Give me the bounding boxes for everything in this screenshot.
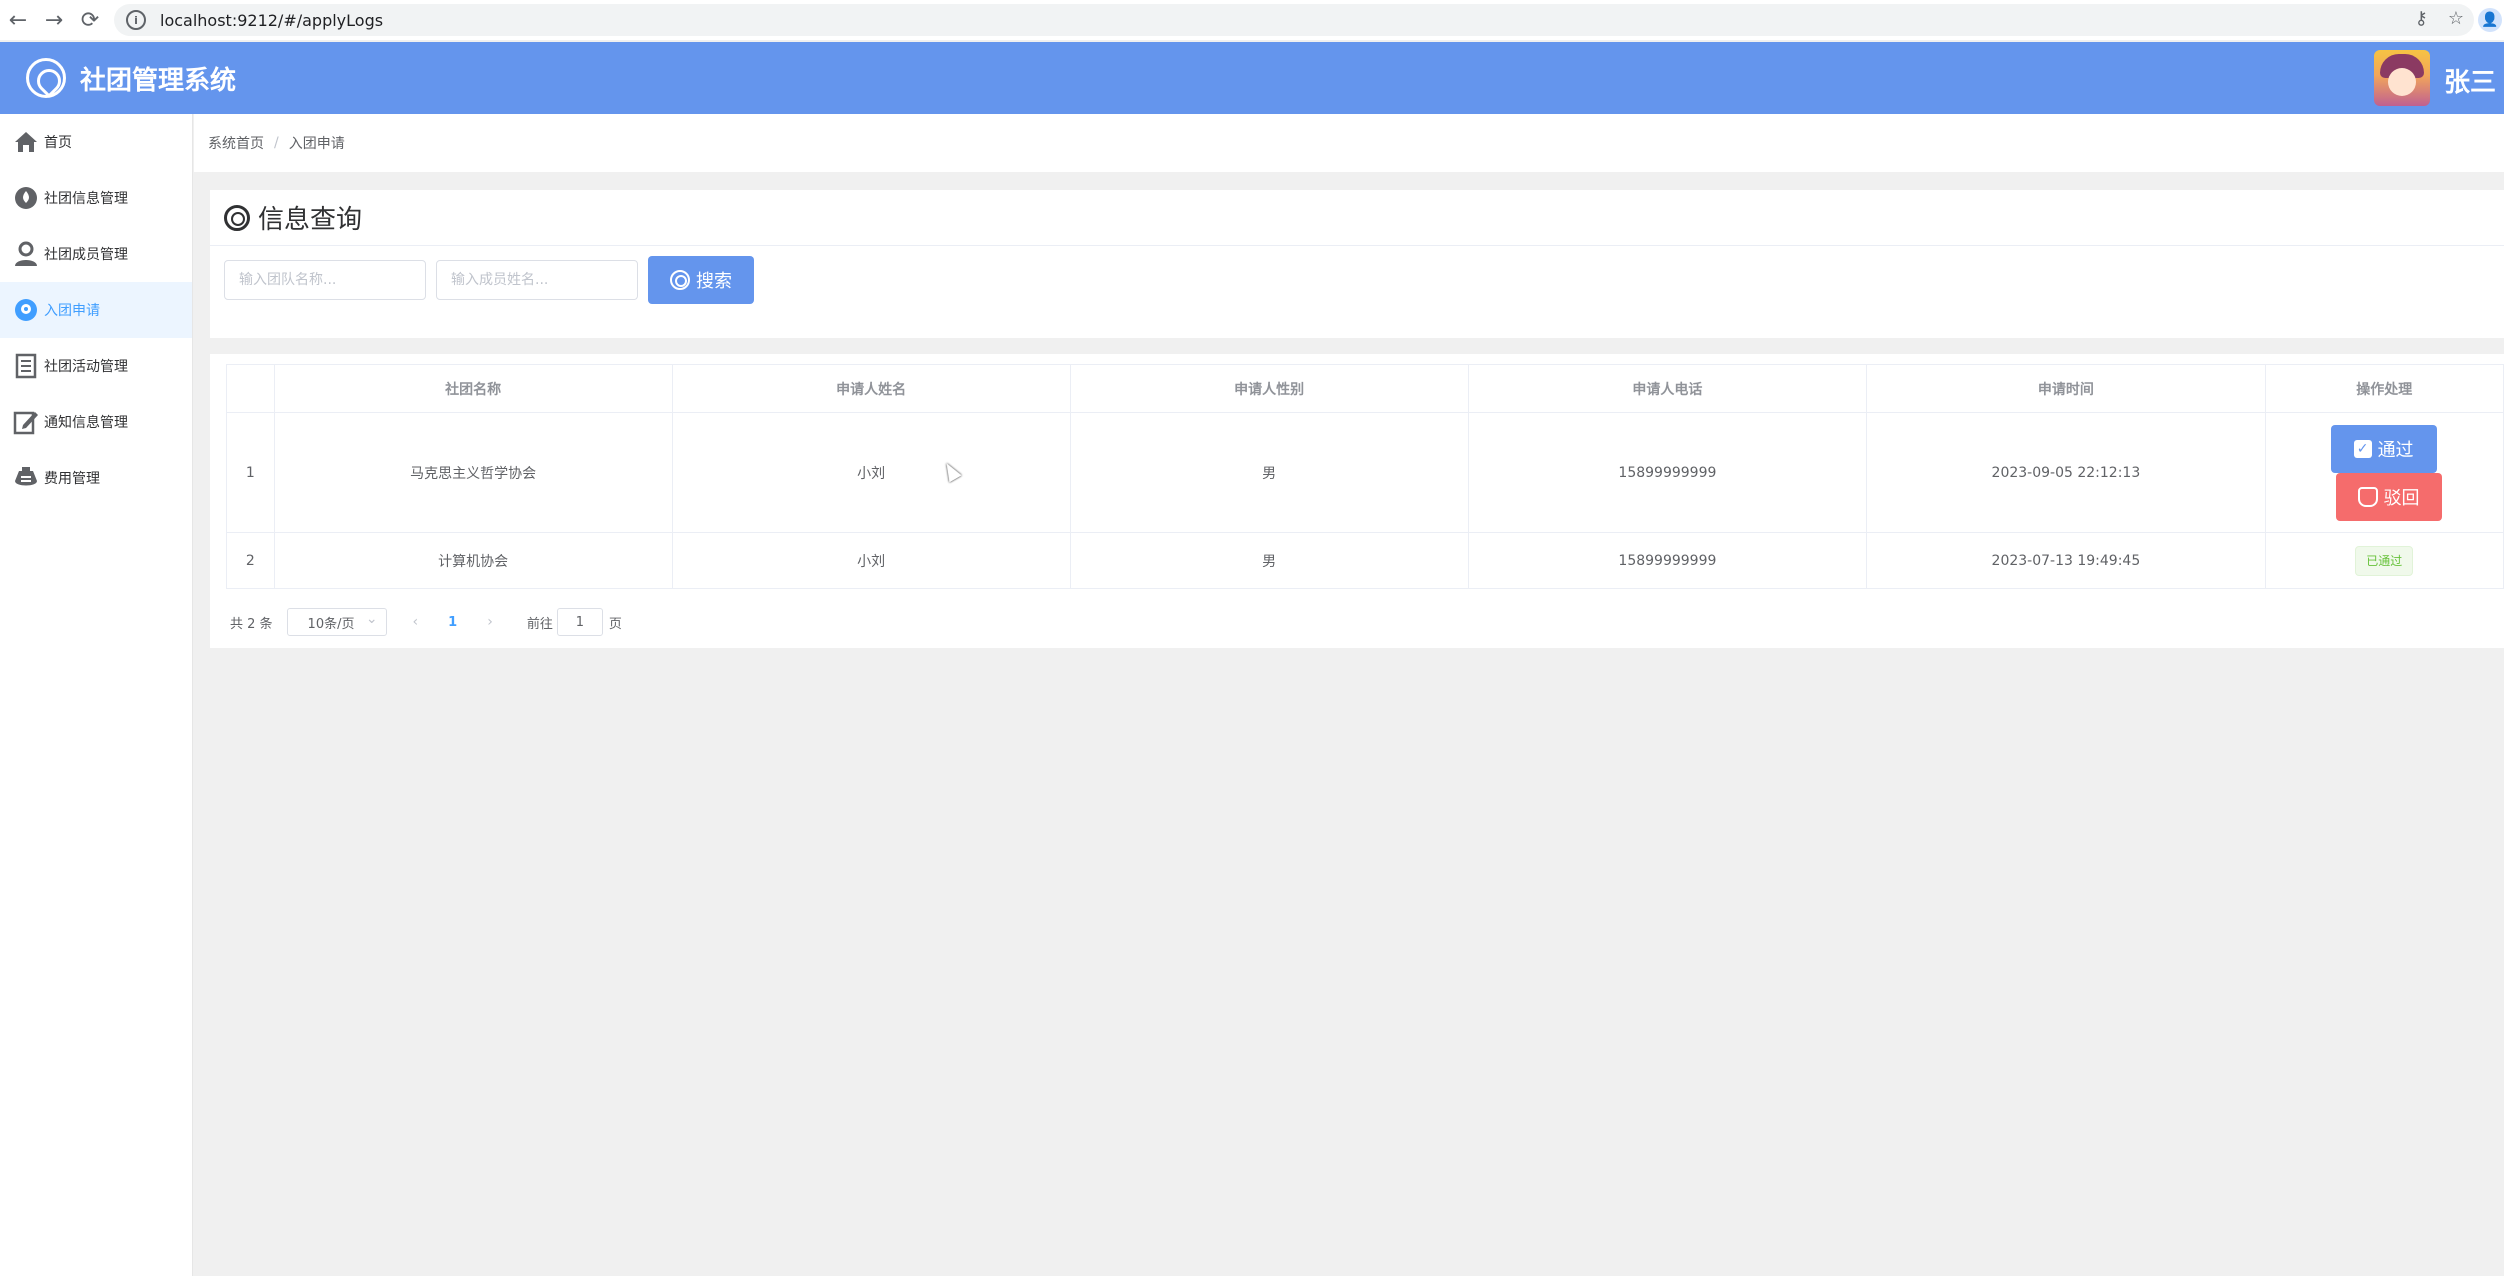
pagination-total: 共 2 条 [230,616,273,632]
cell-time: 2023-07-13 19:49:45 [1866,532,2266,589]
document-icon [12,352,40,380]
location-icon [12,296,40,324]
sidebar-item-club-members[interactable]: 社团成员管理 [0,226,192,282]
search-title-text: 信息查询 [258,205,363,235]
cell-club: 马克思主义哲学协会 [273,412,673,533]
app-title: 社团管理系统 [80,65,237,96]
drop-icon [12,184,40,212]
address-bar[interactable]: i localhost:9212/#/applyLogs ⚷ ☆ [114,4,2474,36]
forward-icon[interactable]: → [36,2,72,38]
url-text[interactable]: localhost:9212/#/applyLogs [160,11,383,30]
breadcrumb-home[interactable]: 系统首页 [208,133,264,153]
sidebar-item-label: 首页 [44,135,72,151]
approve-button-label: 通过 [2377,440,2414,461]
apply-table: 社团名称 申请人姓名 申请人性别 申请人电话 申请时间 操作处理 1 马克思主义… [226,364,2504,589]
sidebar: 首页 社团信息管理 社团成员管理 入团申请 社团活动管理 通知信息管理 费用管理 [0,114,193,1276]
sidebar-item-club-info[interactable]: 社团信息管理 [0,170,192,226]
goto-suffix: 页 [608,616,622,632]
bookmark-star-icon[interactable]: ☆ [2448,8,2464,29]
reject-button-label: 驳回 [2383,488,2420,509]
sidebar-item-notices[interactable]: 通知信息管理 [0,394,192,450]
search-icon [670,270,690,290]
cell-name: 小刘 [671,412,1071,533]
search-card-title: 信息查询 [210,190,2504,246]
column-header-phone: 申请人电话 [1467,364,1868,413]
column-header-name: 申请人姓名 [671,364,1071,413]
back-icon[interactable]: ← [0,2,36,38]
goto-label: 前往 [526,616,553,632]
browser-toolbar: ← → ⟳ i localhost:9212/#/applyLogs ⚷ ☆ 👤 [0,0,2504,40]
search-icon [224,204,250,231]
edit-icon [12,408,40,436]
user-icon [12,240,40,268]
avatar-face [2388,68,2416,96]
sidebar-item-home[interactable]: 首页 [0,114,192,170]
cell-index: 2 [226,532,275,589]
hand-icon [2357,487,2378,507]
search-card: 信息查询 搜索 [210,190,2504,338]
sidebar-item-fees[interactable]: 费用管理 [0,450,192,506]
cell-gender: 男 [1069,532,1469,589]
cell-actions: 已通过 [2264,532,2504,589]
approve-button[interactable]: ✓ 通过 [2330,425,2437,473]
team-name-input[interactable] [224,260,426,300]
home-icon [12,128,40,156]
breadcrumb: 系统首页 / 入团申请 [194,114,2504,172]
sidebar-item-label: 社团信息管理 [44,191,128,207]
sidebar-item-label: 费用管理 [44,471,100,487]
page-size-select[interactable]: 10条/页 [286,608,387,636]
table-row: 1 马克思主义哲学协会 小刘 男 15899999999 2023-09-05 … [226,412,2504,533]
profile-icon[interactable]: 👤 [2478,8,2502,32]
sidebar-item-label: 通知信息管理 [44,415,128,431]
username[interactable]: 张三 [2444,62,2496,99]
breadcrumb-current: 入团申请 [288,136,345,152]
table-card: 社团名称 申请人姓名 申请人性别 申请人电话 申请时间 操作处理 1 马克思主义… [210,354,2504,648]
cell-club: 计算机协会 [273,532,673,589]
site-info-icon[interactable]: i [126,10,146,30]
sidebar-item-activities[interactable]: 社团活动管理 [0,338,192,394]
column-header-actions: 操作处理 [2264,364,2504,413]
logo-icon [26,58,66,98]
breadcrumb-separator: / [274,135,279,151]
reload-icon[interactable]: ⟳ [72,2,108,38]
cell-gender: 男 [1069,412,1469,533]
cell-time: 2023-09-05 22:12:13 [1866,412,2266,533]
search-button[interactable]: 搜索 [648,256,754,304]
member-name-input[interactable] [436,260,638,300]
column-header-club: 社团名称 [273,364,673,413]
money-icon [12,464,40,492]
sidebar-item-label: 社团成员管理 [44,247,128,263]
status-badge: 已通过 [2355,545,2414,576]
cell-name: 小刘 [671,532,1071,589]
next-page-icon[interactable]: › [487,614,493,630]
page-number-current[interactable]: 1 [448,615,457,630]
password-key-icon[interactable]: ⚷ [2415,8,2428,29]
column-header-gender: 申请人性别 [1069,364,1469,413]
column-header-time: 申请时间 [1866,364,2266,413]
app-header: 社团管理系统 张三 [0,42,2504,114]
column-header-index [226,364,275,413]
cell-phone: 15899999999 [1467,532,1868,589]
table-header-row: 社团名称 申请人姓名 申请人性别 申请人电话 申请时间 操作处理 [226,364,2504,413]
sidebar-item-label: 社团活动管理 [44,359,128,375]
prev-page-icon[interactable]: ‹ [413,614,419,630]
cell-actions: ✓ 通过 驳回 [2264,412,2504,533]
cell-index: 1 [226,412,275,533]
avatar[interactable] [2374,50,2430,106]
goto-page-input[interactable] [556,608,603,636]
search-button-label: 搜索 [696,271,732,292]
cell-phone: 15899999999 [1467,412,1868,533]
checkbox-icon: ✓ [2353,440,2372,458]
table-row: 2 计算机协会 小刘 男 15899999999 2023-07-13 19:4… [226,532,2504,589]
reject-button[interactable]: 驳回 [2335,473,2442,521]
sidebar-item-label: 入团申请 [44,303,100,319]
search-row: 搜索 [210,246,2504,314]
sidebar-item-apply[interactable]: 入团申请 [0,282,192,338]
pagination: 共 2 条 10条/页 ‹ 1 › 前往 页 [230,608,622,636]
